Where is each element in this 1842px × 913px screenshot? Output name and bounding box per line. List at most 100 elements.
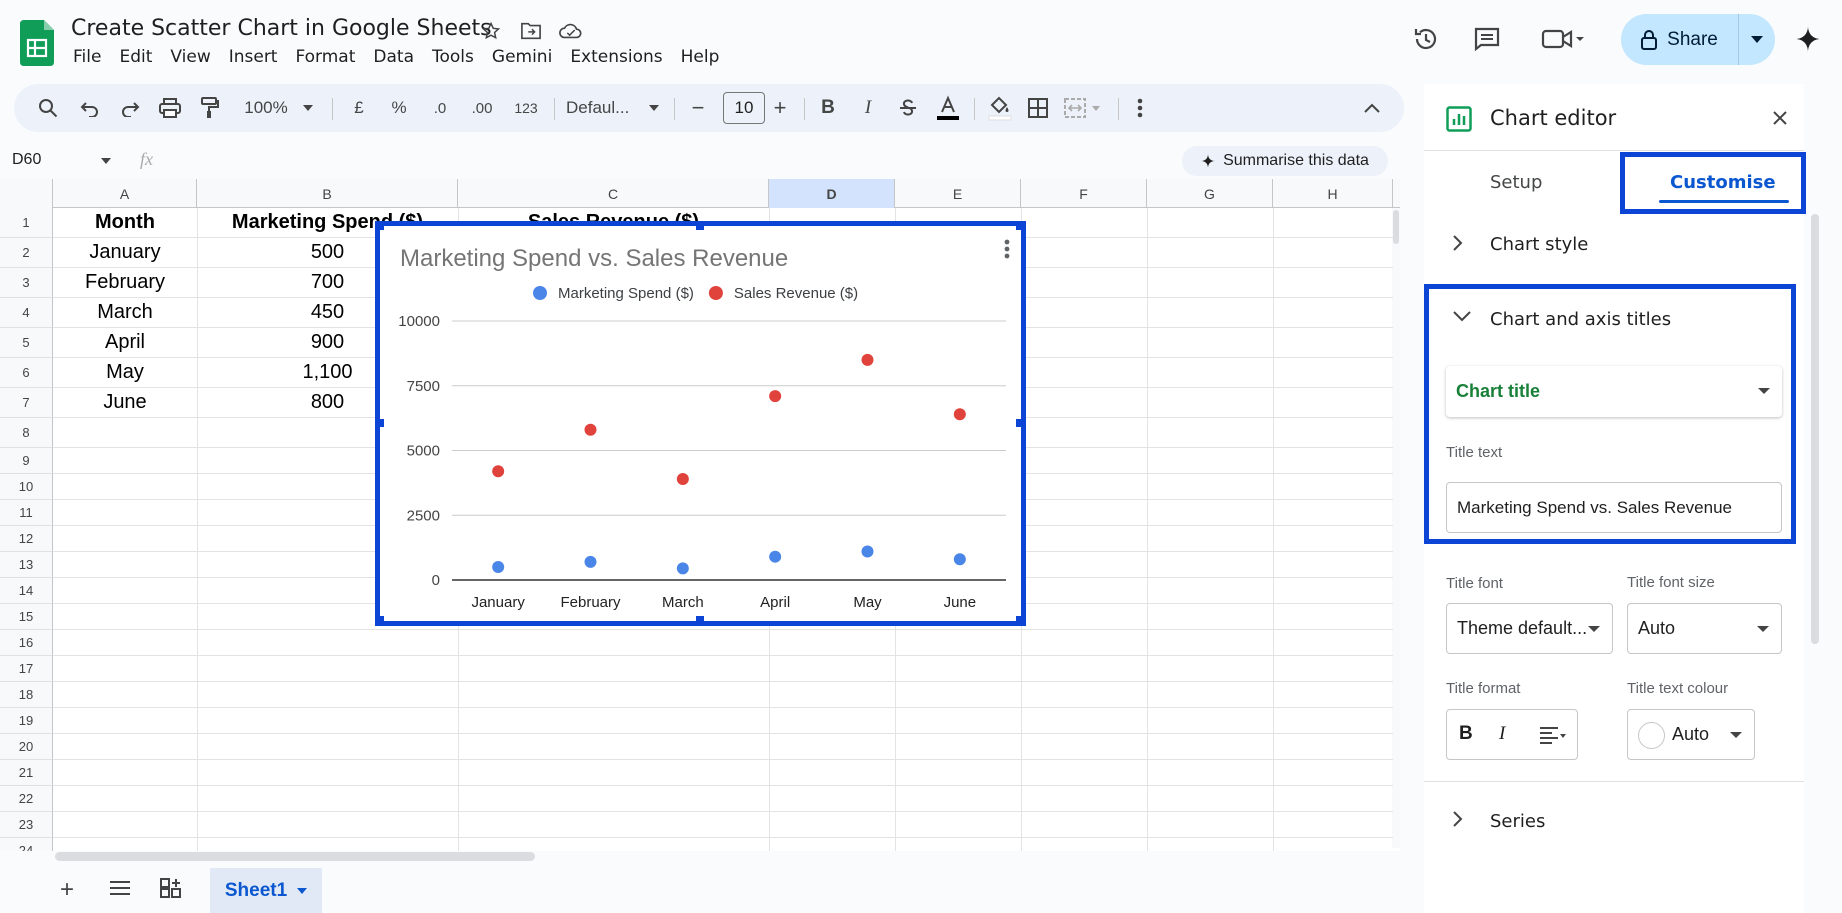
title-italic-button[interactable]: I — [1499, 723, 1505, 745]
cell-month[interactable]: May — [53, 361, 197, 384]
row-header[interactable]: 8 — [0, 418, 53, 448]
row-header[interactable]: 19 — [0, 708, 53, 734]
menu-tools[interactable]: Tools — [423, 47, 483, 71]
column-header-g[interactable]: G — [1147, 179, 1273, 208]
font-select[interactable]: Defaul... — [566, 92, 642, 124]
menu-gemini[interactable]: Gemini — [483, 47, 561, 71]
paint-format-icon[interactable] — [196, 92, 224, 124]
row-header[interactable]: 17 — [0, 656, 53, 682]
number-format-button[interactable]: 123 — [508, 92, 544, 124]
title-text-input[interactable]: Marketing Spend vs. Sales Revenue — [1446, 482, 1782, 533]
title-type-select[interactable]: Chart title — [1446, 366, 1782, 417]
section-chart-axis-titles[interactable]: Chart and axis titles — [1490, 309, 1671, 330]
meet-icon[interactable] — [1540, 22, 1586, 56]
star-icon[interactable] — [478, 18, 504, 44]
name-box-dropdown-icon[interactable] — [101, 158, 111, 164]
explore-icon[interactable] — [160, 878, 182, 903]
vertical-scrollbar[interactable] — [1392, 208, 1400, 848]
row-header[interactable]: 14 — [0, 578, 53, 604]
italic-button[interactable]: I — [854, 92, 882, 124]
percent-format-button[interactable]: % — [386, 92, 412, 124]
decrease-decimal-button[interactable]: .0 — [424, 92, 456, 124]
font-dropdown-icon[interactable] — [646, 92, 662, 124]
chevron-right-icon[interactable] — [1452, 810, 1464, 828]
title-text-colour-select[interactable]: Auto — [1627, 709, 1755, 760]
horizontal-scrollbar[interactable] — [55, 852, 535, 861]
cell-month[interactable]: June — [53, 391, 197, 414]
row-header[interactable]: 20 — [0, 734, 53, 760]
column-header-d[interactable]: D — [769, 179, 895, 208]
cell-header-month[interactable]: Month — [53, 211, 197, 234]
tab-setup[interactable]: Setup — [1490, 172, 1542, 193]
row-header[interactable]: 18 — [0, 682, 53, 708]
font-size-input[interactable]: 10 — [723, 92, 765, 124]
row-header[interactable]: 1 — [0, 208, 53, 238]
fill-color-icon[interactable] — [984, 92, 1016, 124]
bold-button[interactable]: B — [814, 92, 842, 124]
column-header-a[interactable]: A — [53, 179, 197, 208]
title-bold-button[interactable]: B — [1459, 723, 1473, 745]
row-header[interactable]: 3 — [0, 268, 53, 298]
zoom-dropdown-icon[interactable] — [300, 92, 316, 124]
chevron-down-icon[interactable] — [1452, 310, 1472, 322]
row-header[interactable]: 2 — [0, 238, 53, 268]
row-header[interactable]: 6 — [0, 358, 53, 388]
add-sheet-icon[interactable]: + — [60, 876, 74, 904]
move-folder-icon[interactable] — [518, 18, 544, 44]
column-header-b[interactable]: B — [197, 179, 458, 208]
column-header-c[interactable]: C — [458, 179, 769, 208]
share-button[interactable]: Share — [1621, 14, 1775, 65]
version-history-icon[interactable] — [1409, 22, 1443, 56]
increase-font-size-icon[interactable]: + — [768, 92, 792, 124]
cell-month[interactable]: March — [53, 301, 197, 324]
name-box[interactable]: D60 — [12, 151, 41, 169]
strikethrough-icon[interactable] — [894, 92, 922, 124]
align-left-icon[interactable] — [1539, 726, 1567, 744]
row-header[interactable]: 11 — [0, 500, 53, 526]
row-header[interactable]: 13 — [0, 552, 53, 578]
menu-format[interactable]: Format — [286, 47, 364, 71]
merge-cells-icon[interactable] — [1062, 92, 1106, 124]
row-header[interactable]: 23 — [0, 812, 53, 838]
menu-extensions[interactable]: Extensions — [561, 47, 671, 71]
cloud-status-icon[interactable] — [558, 18, 584, 44]
gemini-icon[interactable] — [1791, 22, 1825, 56]
menu-insert[interactable]: Insert — [220, 47, 287, 71]
chevron-right-icon[interactable] — [1452, 234, 1464, 252]
document-title[interactable]: Create Scatter Chart in Google Sheets — [71, 16, 492, 41]
search-menus-icon[interactable] — [34, 92, 62, 124]
row-header[interactable]: 12 — [0, 526, 53, 552]
increase-decimal-button[interactable]: .00 — [464, 92, 500, 124]
section-chart-style[interactable]: Chart style — [1490, 234, 1588, 255]
sheet-tab-dropdown-icon[interactable] — [297, 887, 308, 894]
menu-edit[interactable]: Edit — [110, 47, 161, 71]
summarise-data-button[interactable]: Summarise this data — [1182, 146, 1388, 176]
collapse-toolbar-icon[interactable] — [1358, 92, 1386, 124]
row-header[interactable]: 16 — [0, 630, 53, 656]
row-header[interactable]: 22 — [0, 786, 53, 812]
cell-month[interactable]: February — [53, 271, 197, 294]
section-series[interactable]: Series — [1490, 811, 1545, 832]
column-header-h[interactable]: H — [1273, 179, 1393, 208]
cell-month[interactable]: April — [53, 331, 197, 354]
column-header-e[interactable]: E — [895, 179, 1021, 208]
cell-month[interactable]: January — [53, 241, 197, 264]
decrease-font-size-icon[interactable]: − — [686, 92, 710, 124]
undo-icon[interactable] — [76, 92, 104, 124]
menu-help[interactable]: Help — [672, 47, 729, 71]
redo-icon[interactable] — [116, 92, 144, 124]
comments-icon[interactable] — [1470, 22, 1504, 56]
more-options-icon[interactable] — [1130, 92, 1150, 124]
row-header[interactable]: 15 — [0, 604, 53, 630]
currency-format-button[interactable]: £ — [346, 92, 372, 124]
share-dropdown-icon[interactable] — [1739, 14, 1775, 65]
column-header-f[interactable]: F — [1021, 179, 1147, 208]
all-sheets-icon[interactable] — [110, 880, 130, 901]
title-font-size-select[interactable]: Auto — [1627, 603, 1782, 654]
row-header[interactable]: 5 — [0, 328, 53, 358]
panel-scrollbar[interactable] — [1811, 214, 1819, 644]
borders-icon[interactable] — [1024, 92, 1052, 124]
row-header[interactable]: 9 — [0, 448, 53, 474]
select-all-corner[interactable] — [0, 179, 53, 208]
close-icon[interactable] — [1772, 110, 1788, 126]
